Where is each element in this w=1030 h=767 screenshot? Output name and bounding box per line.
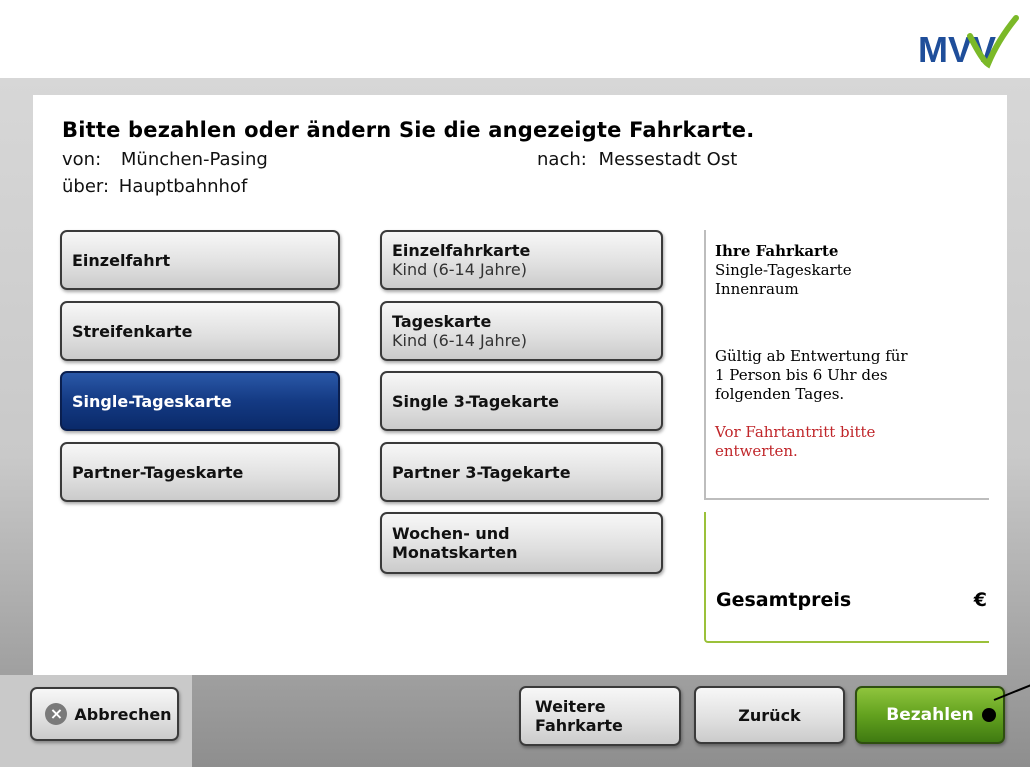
info-validity-1: Gültig ab Entwertung für [715,347,908,365]
total-price-currency: € [973,589,987,611]
option-label: Partner 3-Tagekarte [392,462,571,482]
option-label-2: Monatskarten [392,543,518,562]
total-price-box: Gesamtpreis € [704,512,989,643]
info-validity-2: 1 Person bis 6 Uhr des [715,366,888,384]
option-einzelfahrkarte-kind[interactable]: Einzelfahrkarte Kind (6-14 Jahre) [380,230,663,290]
pay-label: Bezahlen [886,705,974,725]
ticket-type-label: Partner-Tageskarte [72,462,244,482]
ticket-type-partner-tageskarte[interactable]: Partner-Tageskarte [60,442,340,502]
ticket-type-label: Single-Tageskarte [72,391,232,411]
from-value: München-Pasing [120,149,268,170]
ticket-type-streifenkarte[interactable]: Streifenkarte [60,301,340,361]
option-label: Single 3-Tagekarte [392,391,559,411]
total-price-label: Gesamtpreis [716,589,852,611]
option-partner-3-tagekarte[interactable]: Partner 3-Tagekarte [380,442,663,502]
more-ticket-button[interactable]: Weitere Fahrkarte [519,686,681,746]
mvv-logo: MVV [918,15,1019,70]
option-label: Einzelfahrkarte [392,241,531,260]
more-ticket-label-2: Fahrkarte [535,716,623,735]
to-value: Messestadt Ost [598,149,738,170]
page-title: Bitte bezahlen oder ändern Sie die angez… [62,118,755,142]
to-label: nach: [537,149,587,170]
option-wochen-monatskarten[interactable]: Wochen- und Monatskarten [380,512,663,574]
option-single-3-tagekarte[interactable]: Single 3-Tagekarte [380,371,663,431]
ticket-type-label: Streifenkarte [72,321,193,341]
via-label: über: [62,176,110,197]
via-value: Hauptbahnhof [118,176,248,197]
ticket-info-box: Ihre Fahrkarte Single-Tageskarte Innenra… [704,230,989,500]
back-label: Zurück [738,705,801,725]
from-label: von: [62,149,102,170]
route-via: über: Hauptbahnhof [62,176,247,197]
info-validity-3: folgenden Tages. [715,385,845,403]
option-label: Wochen- und [392,524,510,543]
route-to: nach: Messestadt Ost [537,149,737,170]
info-heading: Ihre Fahrkarte [715,242,839,260]
route-from: von: München-Pasing [62,149,268,170]
back-button[interactable]: Zurück [694,686,845,744]
ticket-type-einzelfahrt[interactable]: Einzelfahrt [60,230,340,290]
info-warning-1: Vor Fahrtantritt bitte [715,423,876,441]
abort-button[interactable]: × Abbrechen [30,687,179,741]
info-zone: Innenraum [715,280,799,298]
option-label: Tageskarte [392,312,492,331]
ticket-type-single-tageskarte[interactable]: Single-Tageskarte [60,371,340,431]
pointer-dot [982,708,996,722]
info-warning-2: entwerten. [715,442,798,460]
option-sub: Kind (6-14 Jahre) [392,331,527,350]
option-tageskarte-kind[interactable]: Tageskarte Kind (6-14 Jahre) [380,301,663,361]
option-sub: Kind (6-14 Jahre) [392,260,527,279]
abort-label: Abbrechen [74,704,172,724]
close-icon: × [45,703,68,725]
info-ticket-name: Single-Tageskarte [715,261,852,279]
more-ticket-label-1: Weitere [535,697,606,716]
ticket-type-label: Einzelfahrt [72,250,171,270]
